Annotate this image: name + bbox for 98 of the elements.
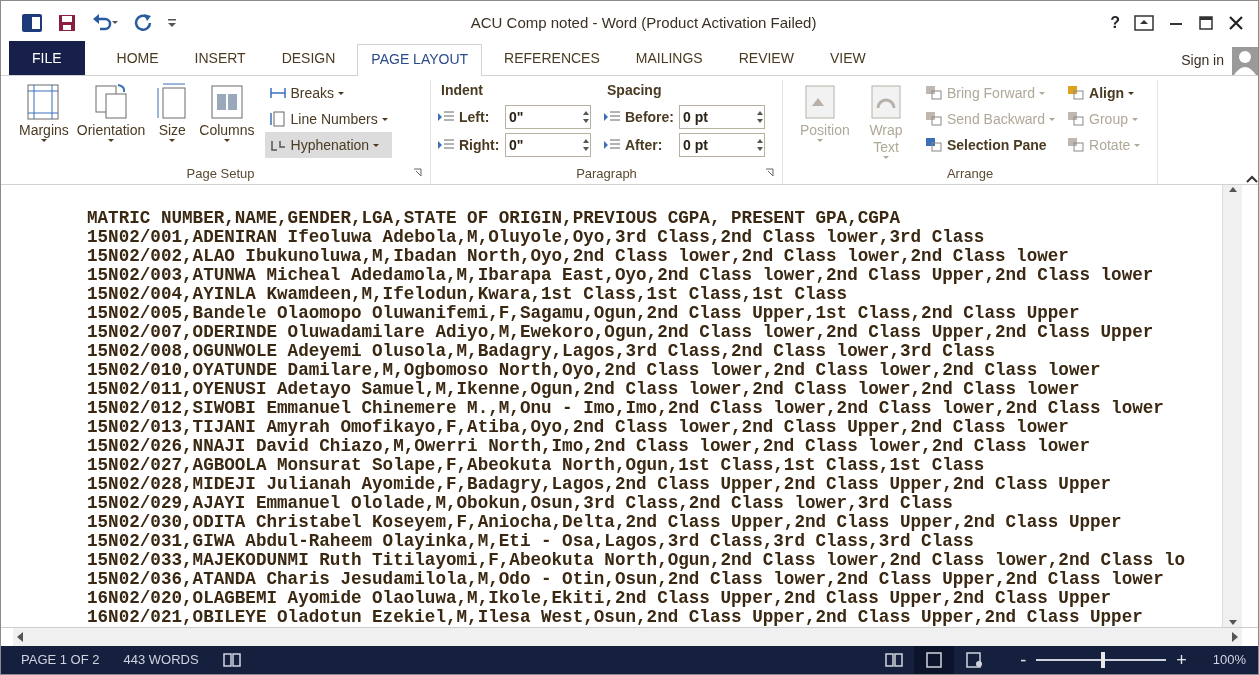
text-line: 15N02/008,OGUNWOLE Adeyemi Olusola,M,Badagry,Lagos,3rd Class,2nd Class lower,3rd Class [87,342,995,361]
web-view-icon [964,651,985,669]
text-line: 15N02/005,Bandele Olaomopo Oluwanifemi,F,Sagamu,Ogun,2nd Class Upper,1st Class,2nd Class Upper [87,304,1080,323]
text-line: 15N02/013,TIJANI Amyrah Omofikayo,F,Atiba,Oyo,2nd Class lower,2nd Class Upper,2nd Class lower [87,418,1069,437]
zoom-out-button[interactable]: - [1018,651,1029,669]
ribbon-button[interactable]: Columns [197,80,257,164]
space-before-icon [603,110,621,124]
ribbon-button[interactable]: Orientation [74,80,148,164]
indent-right-icon [437,138,455,152]
spinner-arrows-icon[interactable] [756,109,764,125]
group-label: Paragraph [576,165,637,183]
text-line: 15N02/011,OYENUSI Adetayo Samuel,M,Ikenne,Ogun,2nd Class lower,2nd Class lower,2nd Class lower [87,380,1080,399]
ribbon-tab[interactable]: DESIGN [267,43,350,75]
ribbon-button[interactable]: Margins [17,80,71,164]
zoom-level[interactable]: 100% [1212,650,1246,670]
word-logo-icon[interactable] [21,13,43,33]
breaks-icon [268,85,287,101]
dialog-launcher-icon[interactable] [765,168,774,177]
print-layout-button[interactable] [914,646,955,674]
spin-field[interactable]: 0 pt [679,105,765,129]
ribbon-button[interactable]: Hyphenation [264,132,392,158]
field-label: Left: [459,107,491,127]
ribbon-tab[interactable]: REFERENCES [490,43,614,75]
ribbon-tab[interactable]: REVIEW [724,43,808,75]
text-line: 15N02/036,ATANDA Charis Jesudamilola,M,Odo - Otin,Osun,2nd Class lower,2nd Class Upper,2nd Class lower [87,570,1164,589]
horizontal-scrollbar[interactable] [13,628,1242,646]
text-line: 15N02/001,ADENIRAN Ifeoluwa Adebola,M,Oluyole,Oyo,3rd Class,2nd Class lower,3rd Class [87,228,985,247]
save-icon[interactable] [57,13,77,33]
ribbon-button[interactable]: Size [151,80,194,164]
text-line: 15N02/029,AJAYI Emmanuel Ololade,M,Obokun,Osun,3rd Class,2nd Class lower,3rd Class [87,494,953,513]
send-backward-icon [925,111,943,127]
ribbon-tab[interactable]: MAILINGS [621,43,717,75]
ribbon-tab[interactable]: FILE [9,41,85,75]
text-line: 15N02/002,ALAO Ibukunoluwa,M,Ibadan North,Oyo,2nd Class lower,2nd Class lower,2nd Class lower [87,247,1069,266]
text-line: 15N02/030,ODITA Christabel Koseyem,F,Aniocha,Delta,2nd Class Upper,2nd Class Upper,2nd Class Upper [87,513,1122,532]
ribbon-button[interactable]: Selection Pane [921,132,1060,158]
close-icon[interactable] [1228,15,1244,31]
group-label: Page Setup [186,165,255,183]
sign-in-link[interactable]: Sign in [1181,49,1224,71]
field-label: After: [625,135,664,155]
vertical-scrollbar[interactable] [1222,185,1242,627]
user-avatar-icon[interactable] [1232,47,1258,75]
ribbon-tab[interactable]: VIEW [815,43,880,75]
bring-forward-icon [925,85,943,101]
page-count[interactable]: PAGE 1 OF 2 [21,650,100,670]
dialog-launcher-icon[interactable] [413,168,422,177]
ribbon-tab[interactable]: PAGE LAYOUT [357,44,483,76]
text-line: 15N02/010,OYATUNDE Damilare,M,Ogbomoso North,Oyo,2nd Class lower,2nd Class lower,2nd Class lower [87,361,1101,380]
text-line: 16N02/020,OLAGBEMI Ayomide Olaoluwa,M,Ikole,Ekiti,2nd Class Upper,2nd Class Upper,2nd Class Upper [87,589,1112,608]
text-line: 15N02/007,ODERINDE Oluwadamilare Adiyo,M,Ewekoro,Ogun,2nd Class lower,2nd Class Upper,2nd Class Upper [87,323,1154,342]
spinner-arrows-icon[interactable] [582,137,590,153]
text-line: 15N02/031,GIWA Abdul-Raheem Olayinka,M,Eti - Osa,Lagos,3rd Class,3rd Class,3rd Class [87,532,974,551]
line-numbers-icon [268,111,287,127]
spin-field[interactable]: 0 pt [679,133,765,157]
field-label: Before: [625,107,675,127]
spinner-arrows-icon[interactable] [582,109,590,125]
window-title: ACU Comp noted - Word (Product Activation Failed) [469,12,818,33]
ribbon-button[interactable]: Breaks [264,80,392,106]
print-view-icon [924,651,945,669]
space-after-icon [603,138,621,152]
ribbon-tab[interactable]: INSERT [180,43,260,75]
group-icon [1067,111,1086,127]
text-line: 15N02/026,NNAJI David Chiazo,M,Owerri North,Imo,2nd Class lower,2nd Class lower,2nd Class lower [87,437,1090,456]
rotate-icon [1067,137,1086,153]
spin-field[interactable]: 0" [505,105,591,129]
ribbon-tab[interactable]: HOME [102,43,173,75]
align-icon [1067,85,1086,101]
slider-thumb[interactable] [1100,652,1105,668]
collapse-ribbon-icon[interactable] [1246,174,1258,184]
ribbon-display-options-icon[interactable] [1134,15,1154,31]
text-line: 15N02/028,MIDEJI Julianah Ayomide,F,Badagry,Lagos,2nd Class Upper,2nd Class Upper,2nd Class Upper [87,475,1112,494]
text-line: MATRIC NUMBER,NAME,GENDER,LGA,STATE OF ORIGIN,PREVIOUS CGPA, PRESENT GPA,CGPA [87,209,900,228]
undo-icon[interactable] [91,13,119,33]
ribbon-button[interactable]: Align [1063,80,1145,106]
scroll-up-icon[interactable] [1227,185,1238,195]
indent-left-icon [437,110,455,124]
read-view-icon [884,651,905,669]
field-label: Right: [459,135,501,155]
redo-icon[interactable] [133,13,153,33]
section-label: Indent [440,81,484,100]
text-line: 15N02/004,AYINLA Kwamdeen,M,Ifelodun,Kwara,1st Class,1st Class,1st Class [87,285,848,304]
zoom-in-button[interactable]: + [1174,651,1189,669]
text-line: 16N02/021,OBILEYE Oladotun Ezekiel,M,Ilesa West,Osun,2nd Class Upper,2nd Class Upper,2nd Class Upper [87,608,1143,627]
text-line: 15N02/003,ATUNWA Micheal Adedamola,M,Ibarapa East,Oyo,2nd Class lower,2nd Class Upper,2nd Class lower [87,266,1154,285]
spin-field[interactable]: 0" [505,133,591,157]
spinner-arrows-icon[interactable] [756,137,764,153]
word-count[interactable]: 443 WORDS [123,650,199,670]
maximize-icon[interactable] [1198,15,1214,31]
text-line: 15N02/012,SIWOBI Emmanuel Chinemere M.,M,Onu - Imo,Imo,2nd Class lower,2nd Class lower,2nd Class lower [87,399,1164,418]
text-line: 15N02/033,MAJEKODUNMI Ruth Titilayomi,F,Abeokuta North,Ogun,2nd Class lower,2nd Class lower,2nd Class lo [87,551,1186,570]
help-button[interactable]: ? [1110,11,1120,35]
text-line: 15N02/027,AGBOOLA Monsurat Solape,F,Abeokuta North,Ogun,1st Class,1st Class,1st Class [87,456,985,475]
selection-pane-icon [925,137,943,153]
ribbon-button[interactable]: Line Numbers [264,106,392,132]
proofing-book-icon[interactable] [222,652,241,668]
customize-toolbar-icon[interactable] [167,17,177,29]
group-label: Arrange [946,165,994,183]
section-label: Spacing [606,81,663,100]
